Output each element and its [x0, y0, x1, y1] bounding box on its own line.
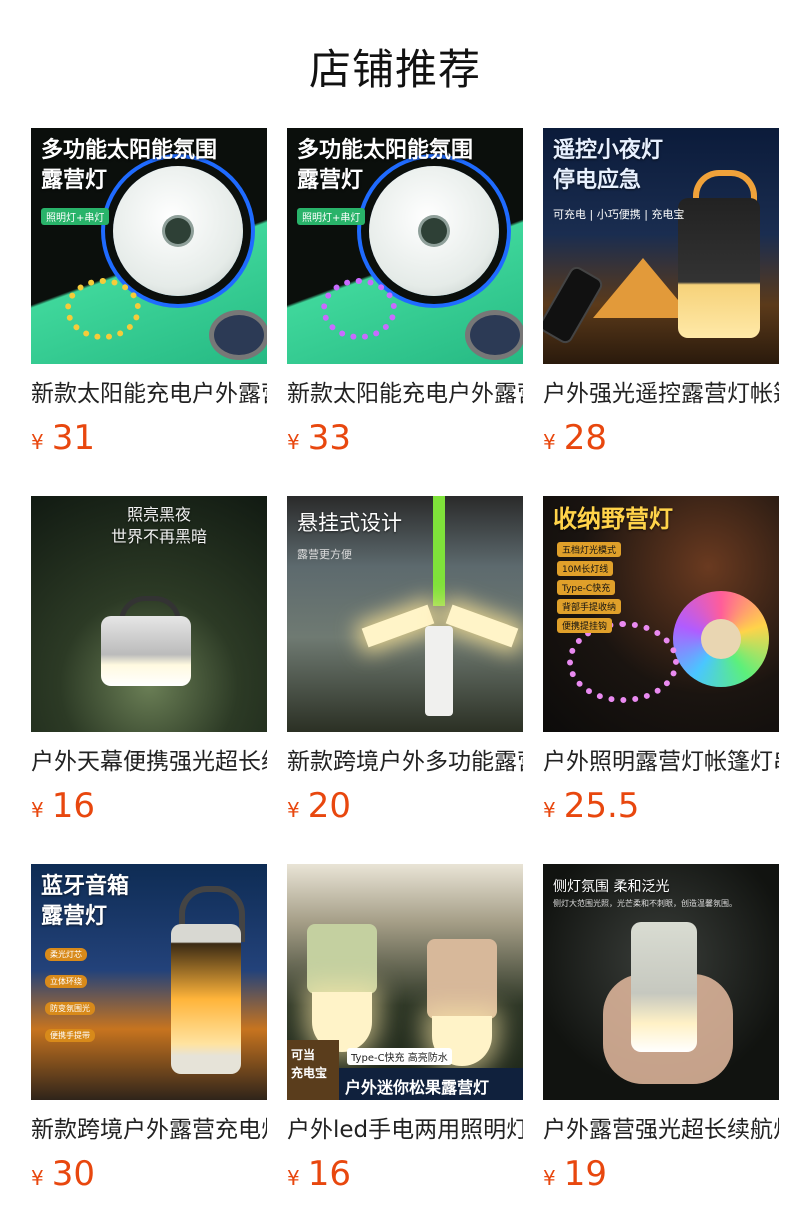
product-card[interactable]: 遥控小夜灯 停电应急 可充电 | 小巧便携 | 充电宝 户外强光遥控露营灯帐篷灯…	[543, 128, 779, 464]
light-blade-graphic	[445, 604, 519, 648]
product-price: ¥25.5	[543, 786, 779, 832]
currency-symbol: ¥	[287, 798, 300, 822]
hanging-strap-graphic	[433, 496, 445, 606]
product-image[interactable]: 蓝牙音箱 露营灯 柔光灯芯 立体环绕 防变氛围光 便携手提带	[31, 864, 267, 1100]
currency-symbol: ¥	[287, 430, 300, 454]
price-value: 16	[307, 1154, 351, 1194]
product-price: ¥30	[31, 1154, 267, 1200]
feature-tag: Type-C快充	[557, 580, 616, 595]
feature-tag: 便携手提带	[45, 1029, 95, 1042]
promo-badge: 可当 充电宝	[287, 1040, 339, 1100]
feature-tags: 五档灯光模式 10M长灯线 Type-C快充 背部手提收纳 便携提挂钩	[557, 542, 622, 637]
image-caption: 多功能太阳能氛围 露营灯	[41, 138, 218, 193]
currency-symbol: ¥	[543, 430, 556, 454]
currency-symbol: ¥	[543, 1166, 556, 1190]
price-value: 20	[307, 786, 351, 826]
product-card[interactable]: 蓝牙音箱 露营灯 柔光灯芯 立体环绕 防变氛围光 便携手提带 新款跨境户外露营充…	[31, 864, 267, 1200]
product-image[interactable]: 悬挂式设计 露营更方便	[287, 496, 523, 732]
promo-banner-text: 户外迷你松果露营灯	[345, 1078, 490, 1097]
feature-tag: 10M长灯线	[557, 561, 614, 576]
image-tag: 照明灯+串灯	[297, 208, 366, 225]
image-caption: 多功能太阳能氛围 露营灯	[297, 138, 474, 193]
feature-tags: 柔光灯芯 立体环绕 防变氛围光 便携手提带	[45, 948, 95, 1056]
product-name[interactable]: 户外露营强光超长续航灯	[543, 1114, 779, 1146]
currency-symbol: ¥	[543, 798, 556, 822]
product-price: ¥19	[543, 1154, 779, 1200]
price-value: 33	[307, 418, 351, 458]
product-price: ¥33	[287, 418, 523, 464]
price-value: 25.5	[563, 786, 640, 826]
product-card[interactable]: 照亮黑夜 世界不再黑暗 户外天幕便携强光超长续航 ¥16	[31, 496, 267, 832]
lantern-graphic	[631, 922, 697, 1052]
feature-tag: 背部手提收纳	[557, 599, 622, 614]
lantern-graphic	[678, 198, 760, 338]
price-value: 28	[563, 418, 607, 458]
light-blade-graphic	[361, 604, 435, 648]
feature-tag: 便携提挂钩	[557, 618, 613, 633]
product-name[interactable]: 新款太阳能充电户外露营灯	[287, 378, 523, 410]
product-image[interactable]: 侧灯氛围 柔和泛光 侧灯大范围光照，光芒柔和不刺眼，创造温馨氛围。	[543, 864, 779, 1100]
currency-symbol: ¥	[287, 1166, 300, 1190]
solar-panel-graphic	[209, 310, 267, 360]
price-value: 30	[51, 1154, 95, 1194]
image-caption: 遥控小夜灯 停电应急	[553, 138, 664, 193]
lantern-graphic	[101, 616, 191, 686]
product-image[interactable]: 多功能太阳能氛围 露营灯 照明灯+串灯	[31, 128, 267, 364]
price-value: 19	[563, 1154, 607, 1194]
feature-tag: 五档灯光模式	[557, 542, 622, 557]
feature-tag: 柔光灯芯	[45, 948, 87, 961]
currency-symbol: ¥	[31, 1166, 44, 1190]
string-light-graphic	[65, 278, 141, 340]
product-image[interactable]: 多功能太阳能氛围 露营灯 照明灯+串灯	[287, 128, 523, 364]
product-price: ¥16	[287, 1154, 523, 1200]
product-card[interactable]: 多功能太阳能氛围 露营灯 照明灯+串灯 新款太阳能充电户外露营灯 ¥31	[31, 128, 267, 464]
solar-panel-graphic	[465, 310, 523, 360]
string-light-graphic	[321, 278, 397, 340]
product-name[interactable]: 户外led手电两用照明灯	[287, 1114, 523, 1146]
lantern-top-graphic	[427, 939, 497, 1019]
product-name[interactable]: 新款太阳能充电户外露营灯	[31, 378, 267, 410]
product-name[interactable]: 新款跨境户外露营充电灯	[31, 1114, 267, 1146]
product-name[interactable]: 新款跨境户外多功能露营灯	[287, 746, 523, 778]
image-caption: 收纳野营灯	[553, 505, 673, 533]
currency-symbol: ¥	[31, 430, 44, 454]
currency-symbol: ¥	[31, 798, 44, 822]
lantern-top-graphic	[307, 924, 377, 994]
feature-tag: 立体环绕	[45, 975, 87, 988]
promo-banner: 可当 充电宝 Type-C快充 高亮防水 户外迷你松果露营灯	[287, 1040, 523, 1100]
image-caption: 蓝牙音箱 露营灯	[41, 874, 130, 929]
image-caption: 照亮黑夜 世界不再黑暗	[111, 505, 208, 546]
lamp-body-graphic	[425, 626, 453, 716]
image-caption: 悬挂式设计	[297, 511, 402, 535]
product-image[interactable]: 遥控小夜灯 停电应急 可充电 | 小巧便携 | 充电宝	[543, 128, 779, 364]
product-price: ¥20	[287, 786, 523, 832]
image-tag: Type-C快充 高亮防水	[347, 1048, 452, 1065]
product-name[interactable]: 户外天幕便携强光超长续航	[31, 746, 267, 778]
page-title: 店铺推荐	[308, 45, 481, 94]
product-image[interactable]: 可当 充电宝 Type-C快充 高亮防水 户外迷你松果露营灯	[287, 864, 523, 1100]
speaker-lantern-graphic	[171, 924, 241, 1074]
product-price: ¥28	[543, 418, 779, 464]
image-tag: 露营更方便	[297, 548, 352, 561]
rgb-ring-graphic	[673, 591, 769, 687]
product-price: ¥31	[31, 418, 267, 464]
product-card[interactable]: 可当 充电宝 Type-C快充 高亮防水 户外迷你松果露营灯 户外led手电两用…	[287, 864, 523, 1200]
feature-tag: 防变氛围光	[45, 1002, 95, 1015]
image-tag: 侧灯大范围光照，光芒柔和不刺眼，创造温馨氛围。	[553, 899, 737, 908]
product-image[interactable]: 收纳野营灯 五档灯光模式 10M长灯线 Type-C快充 背部手提收纳 便携提挂…	[543, 496, 779, 732]
image-tag: 可充电 | 小巧便携 | 充电宝	[553, 208, 685, 221]
price-value: 31	[51, 418, 95, 458]
product-name[interactable]: 户外强光遥控露营灯帐篷灯	[543, 378, 779, 410]
image-tag: 照明灯+串灯	[41, 208, 110, 225]
product-card[interactable]: 侧灯氛围 柔和泛光 侧灯大范围光照，光芒柔和不刺眼，创造温馨氛围。 户外露营强光…	[543, 864, 779, 1200]
product-card[interactable]: 悬挂式设计 露营更方便 新款跨境户外多功能露营灯 ¥20	[287, 496, 523, 832]
price-value: 16	[51, 786, 95, 826]
product-card[interactable]: 多功能太阳能氛围 露营灯 照明灯+串灯 新款太阳能充电户外露营灯 ¥33	[287, 128, 523, 464]
product-card[interactable]: 收纳野营灯 五档灯光模式 10M长灯线 Type-C快充 背部手提收纳 便携提挂…	[543, 496, 779, 832]
product-price: ¥16	[31, 786, 267, 832]
product-name[interactable]: 户外照明露营灯帐篷灯串灯	[543, 746, 779, 778]
product-image[interactable]: 照亮黑夜 世界不再黑暗	[31, 496, 267, 732]
